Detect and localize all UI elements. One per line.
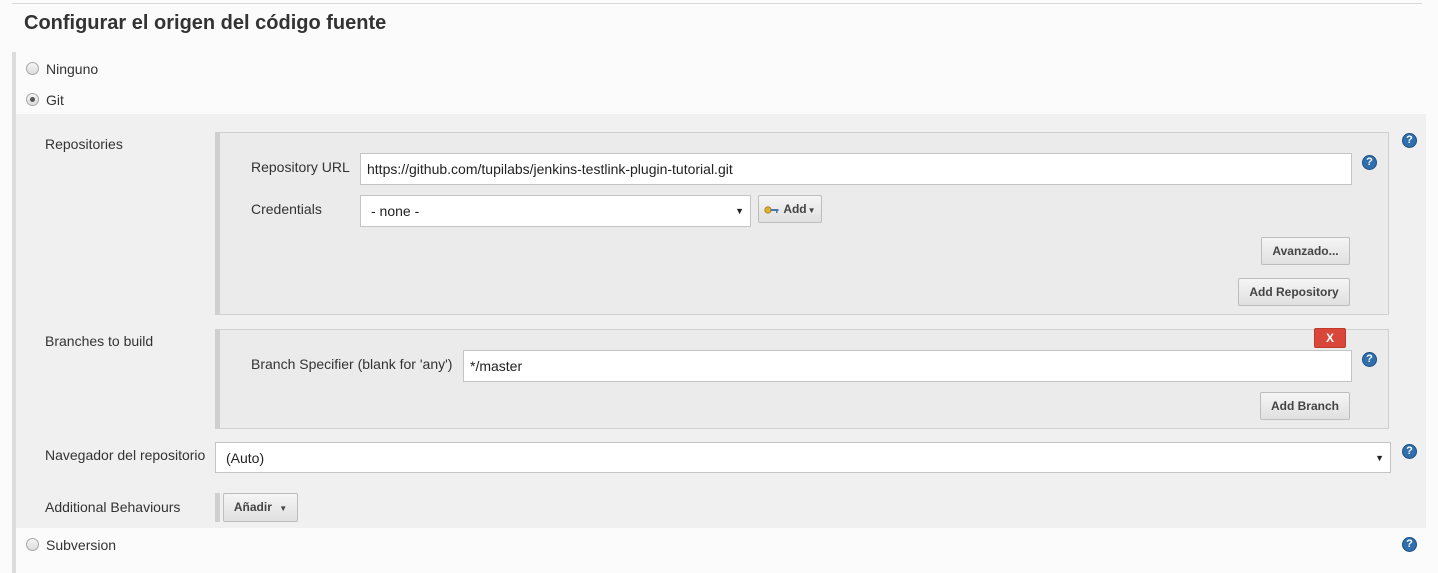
radio-ninguno-label[interactable]: Ninguno [46,61,98,77]
credentials-select[interactable]: - none - ▼ [360,195,751,227]
chevron-down-icon: ▼ [1375,453,1384,463]
radio-subversion-label[interactable]: Subversion [46,537,116,553]
branches-label: Branches to build [45,333,154,349]
add-repository-button[interactable]: Add Repository [1238,278,1350,306]
add-credentials-button[interactable]: Add▼ [758,195,822,223]
chevron-down-icon: ▼ [807,206,816,215]
add-branch-button[interactable]: Add Branch [1260,392,1350,420]
help-icon[interactable]: ? [1402,444,1417,459]
help-icon[interactable]: ? [1362,155,1377,170]
help-icon[interactable]: ? [1362,352,1377,367]
chevron-down-icon: ▼ [279,504,288,513]
branch-specifier-label: Branch Specifier (blank for 'any') [251,356,453,372]
repo-browser-selected-value: (Auto) [226,450,265,466]
key-icon [764,206,779,214]
branch-specifier-input[interactable]: */master [463,350,1352,382]
repository-url-input[interactable]: https://github.com/tupilabs/jenkins-test… [360,153,1352,185]
radio-ninguno[interactable] [26,62,39,75]
additional-behaviours-label: Additional Behaviours [45,499,181,515]
advanced-button[interactable]: Avanzado... [1261,237,1350,265]
add-credentials-label: Add [783,202,807,216]
repo-browser-select[interactable]: (Auto) ▼ [215,442,1391,473]
radio-subversion[interactable] [26,538,39,551]
credentials-selected-value: - none - [371,203,420,219]
repository-url-label: Repository URL [251,159,350,175]
credentials-label: Credentials [251,201,322,217]
delete-branch-button[interactable]: X [1314,328,1346,348]
section-title: Configurar el origen del código fuente [24,12,387,34]
repo-browser-label: Navegador del repositorio [45,447,206,463]
behaviours-indent-bar [215,493,220,522]
chevron-down-icon: ▼ [735,206,744,216]
repositories-label: Repositories [45,136,123,152]
top-divider [12,3,1422,4]
help-icon[interactable]: ? [1402,537,1417,552]
radio-git[interactable] [26,93,39,106]
radio-git-label[interactable]: Git [46,92,64,108]
add-behaviour-label: Añadir [233,500,272,514]
add-behaviour-button[interactable]: Añadir ▼ [223,493,298,522]
help-icon[interactable]: ? [1402,133,1417,148]
